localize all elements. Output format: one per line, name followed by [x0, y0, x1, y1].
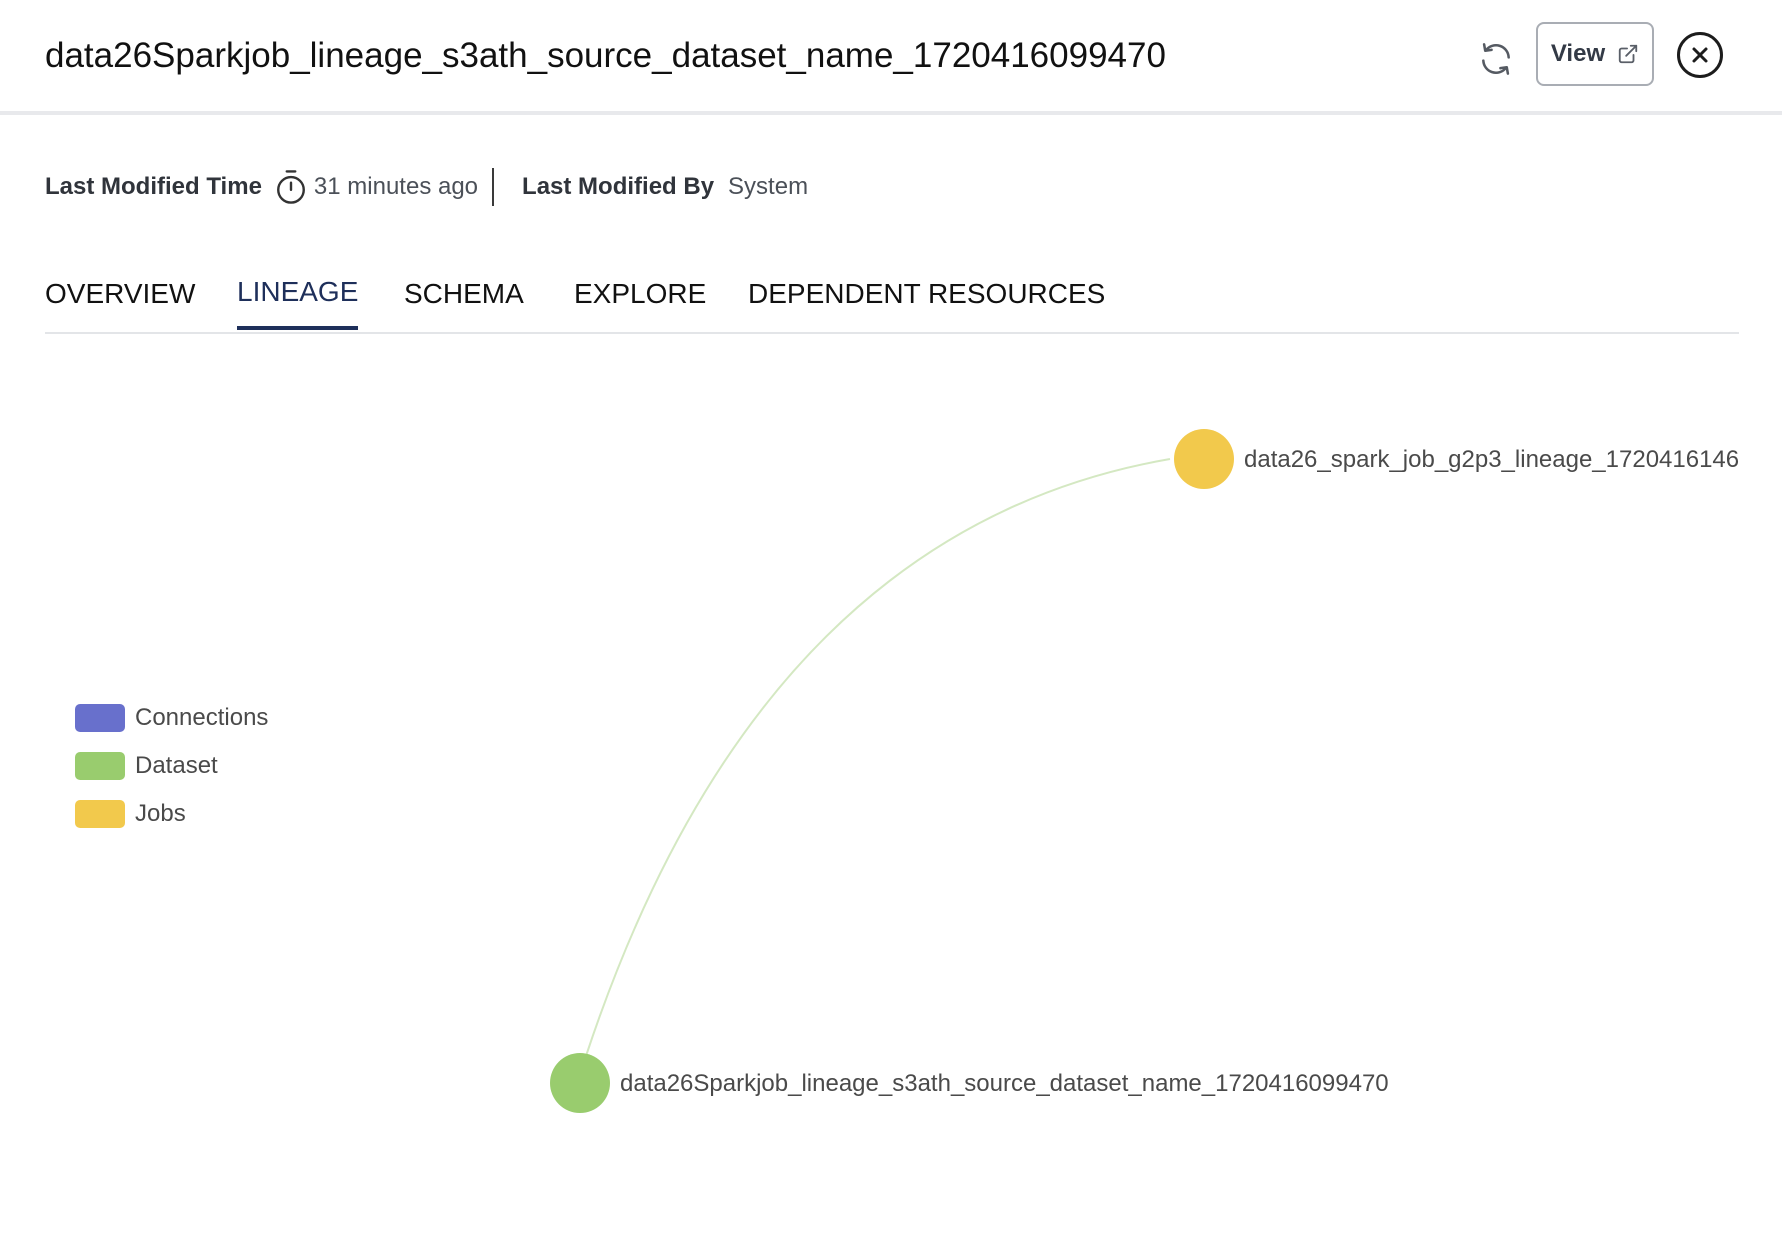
legend-label-dataset: Dataset: [135, 752, 218, 779]
meta-divider: [492, 168, 495, 206]
legend-swatch-connections: [75, 704, 125, 732]
last-modified-by-label: Last Modified By: [522, 173, 715, 200]
external-link-icon: [1618, 44, 1638, 64]
tab-schema[interactable]: SCHEMA: [404, 278, 524, 332]
view-button-label: View: [1550, 40, 1606, 67]
last-modified-time-value: 31 minutes ago: [313, 173, 479, 200]
last-modified-time-label: Last Modified Time: [45, 173, 262, 200]
refresh-icon: [1482, 43, 1510, 75]
job-node-label: data26_spark_job_g2p3_lineage_1720416146: [1244, 446, 1739, 473]
view-button[interactable]: View: [1536, 22, 1654, 86]
job-node[interactable]: [1174, 429, 1234, 489]
legend-item-dataset: Dataset: [75, 750, 268, 782]
legend-item-jobs: Jobs: [75, 798, 268, 830]
legend-label-jobs: Jobs: [135, 800, 186, 827]
close-button[interactable]: [1677, 32, 1723, 78]
legend-swatch-dataset: [75, 752, 125, 780]
refresh-button[interactable]: [1472, 35, 1520, 83]
close-icon: [1692, 47, 1708, 63]
last-modified-by-value: System: [728, 173, 809, 200]
tab-dependent-resources[interactable]: DEPENDENT RESOURCES: [748, 278, 1105, 332]
dataset-node-label: data26Sparkjob_lineage_s3ath_source_data…: [620, 1070, 1389, 1097]
tab-explore[interactable]: EXPLORE: [574, 278, 706, 332]
legend-swatch-jobs: [75, 800, 125, 828]
timer-icon: [276, 170, 305, 204]
panel-header: data26Sparkjob_lineage_s3ath_source_data…: [0, 0, 1782, 115]
legend-item-connections: Connections: [75, 702, 268, 734]
lineage-edge: [585, 458, 1171, 1057]
tab-bar: OVERVIEW LINEAGE SCHEMA EXPLORE DEPENDEN…: [45, 270, 1739, 334]
legend-label-connections: Connections: [135, 704, 269, 731]
graph-legend: Connections Dataset Jobs: [75, 702, 268, 846]
metadata-bar: Last Modified Time 31 minutes ago Last M…: [45, 166, 808, 208]
tab-lineage[interactable]: LINEAGE: [237, 276, 359, 330]
dataset-node[interactable]: [550, 1053, 610, 1113]
tab-overview[interactable]: OVERVIEW: [45, 278, 195, 332]
page-title: data26Sparkjob_lineage_s3ath_source_data…: [45, 36, 1166, 75]
